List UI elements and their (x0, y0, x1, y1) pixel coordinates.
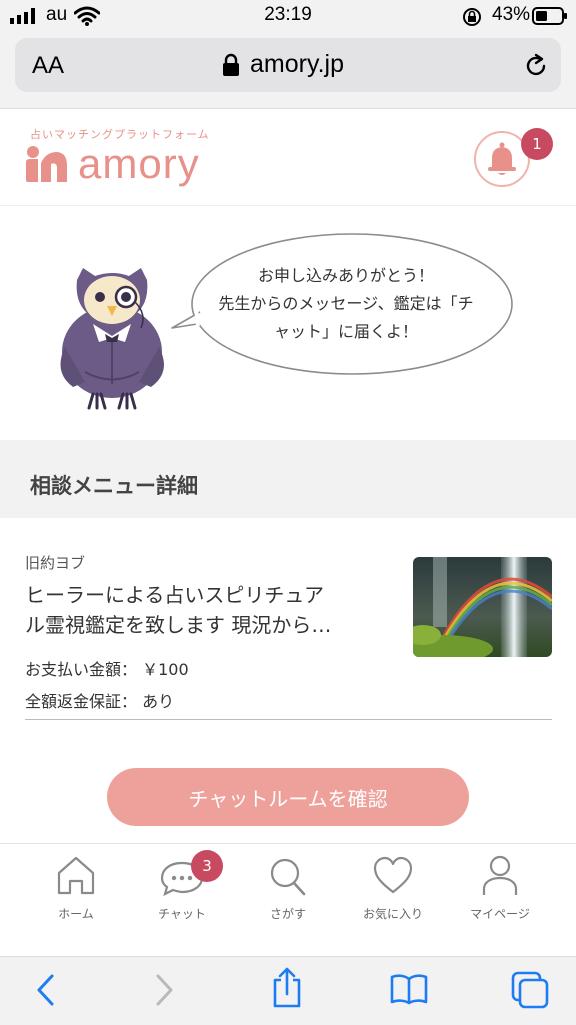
refund-guarantee: 全額返金保証： あり (25, 692, 175, 711)
advisor-name[interactable]: 旧約ヨブ (25, 552, 85, 573)
nav-label-mypage: マイページ (470, 907, 530, 921)
text-size-button[interactable]: AA (32, 52, 64, 80)
nav-label-home: ホーム (58, 907, 94, 921)
menu-title-line1: ヒーラーによる占いスピリチュア (25, 583, 324, 607)
forward-arrow-icon[interactable] (152, 972, 176, 1008)
nav-label-chat: チャット (158, 907, 206, 921)
search-icon (270, 858, 306, 896)
menu-title[interactable]: ヒーラーによる占いスピリチュア ル霊視鑑定を致します 現況から… (25, 580, 345, 640)
clock: 23:19 (264, 4, 312, 25)
battery-percent: 43% (492, 4, 531, 25)
amory-logo-icon[interactable] (24, 145, 68, 183)
divider (25, 719, 552, 720)
rotation-lock-icon (463, 8, 481, 26)
site-logo-text[interactable]: amory (78, 140, 200, 188)
open-chat-room-button[interactable]: チャットルームを確認 (107, 768, 469, 826)
nav-label-search: さがす (269, 907, 306, 921)
nav-item-mypage[interactable]: マイページ (455, 853, 545, 943)
person-icon (482, 855, 518, 895)
tabs-icon[interactable] (510, 970, 550, 1010)
back-arrow-icon[interactable] (34, 972, 58, 1008)
chat-unread-badge: 3 (191, 850, 223, 882)
reload-icon[interactable] (522, 52, 550, 80)
bookmarks-icon[interactable] (389, 972, 429, 1006)
confirmation-message-line3: ャット」に届くよ！ (273, 322, 418, 341)
heart-icon (373, 856, 413, 894)
owl-mascot-image (60, 268, 164, 410)
section-title: 相談メニュー詳細 (30, 474, 198, 498)
nav-item-home[interactable]: ホーム (31, 853, 121, 943)
menu-thumbnail-image[interactable] (413, 557, 552, 657)
url-text[interactable]: amory.jp (250, 50, 344, 79)
nav-item-favorites[interactable]: お気に入り (348, 853, 438, 943)
confirmation-message-line1: お申し込みありがとう！ (257, 266, 434, 285)
battery-icon (532, 7, 567, 25)
confirmation-message-line2: 先生からのメッセージ、鑑定は「チ (218, 294, 474, 313)
waterfall-rainbow-image (413, 557, 552, 657)
menu-title-line2: ル霊視鑑定を致します 現況から… (25, 613, 332, 637)
lock-icon (223, 53, 239, 76)
nav-item-search[interactable]: さがす (243, 853, 333, 943)
notification-count-badge: 1 (521, 128, 553, 160)
payment-amount: お支払い金額： ￥100 (25, 660, 189, 679)
home-icon (57, 856, 95, 895)
confirmation-message: お申し込みありがとう！ 先生からのメッセージ、鑑定は「チ ャット」に届くよ！ (196, 262, 496, 346)
nav-label-favorites: お気に入り (362, 907, 423, 921)
share-icon[interactable] (270, 966, 304, 1010)
